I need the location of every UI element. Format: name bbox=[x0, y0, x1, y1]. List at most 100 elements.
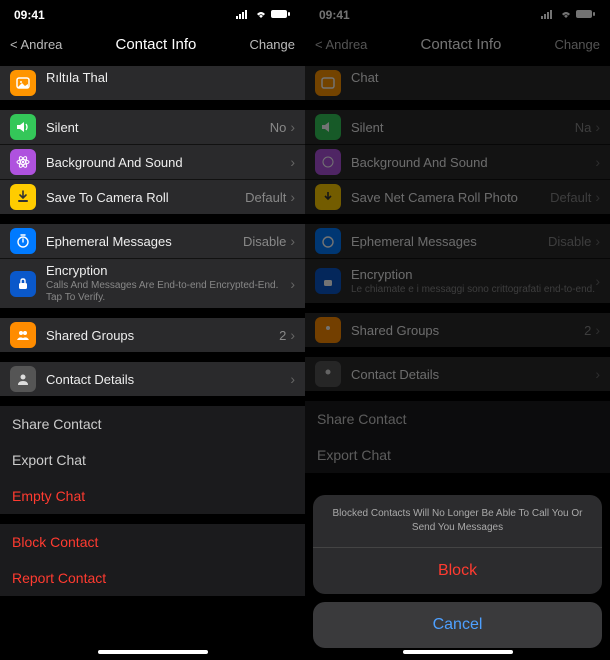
group-actions2: Block Contact Report Contact bbox=[0, 524, 305, 596]
chevron-right-icon: › bbox=[290, 233, 295, 249]
wifi-icon bbox=[254, 9, 268, 19]
row-save[interactable]: Save Net Camera Roll Photo Default › bbox=[305, 180, 610, 214]
row-bg[interactable]: Background And Sound › bbox=[305, 145, 610, 180]
row-encryption[interactable]: Encryption Calls And Messages Are End-to… bbox=[0, 259, 305, 308]
report-contact-button[interactable]: Report Contact bbox=[0, 560, 305, 596]
chevron-right-icon: › bbox=[290, 154, 295, 170]
battery-icon bbox=[271, 9, 291, 19]
label-media: Rıltıla Thal bbox=[46, 70, 295, 85]
label-bg: Background And Sound bbox=[46, 155, 290, 170]
value-save: Default bbox=[245, 190, 286, 205]
sheet-message: Blocked Contacts Will No Longer Be Able … bbox=[313, 495, 602, 548]
atom-icon bbox=[315, 149, 341, 175]
sheet-card: Blocked Contacts Will No Longer Be Able … bbox=[313, 495, 602, 594]
group-sound: Silent Na › Background And Sound › Save … bbox=[305, 110, 610, 214]
sub-enc: Calls And Messages Are End-to-end Encryp… bbox=[46, 280, 290, 304]
empty-chat-button[interactable]: Empty Chat bbox=[0, 478, 305, 514]
signal-icon bbox=[236, 9, 250, 19]
back-button[interactable]: < Andrea bbox=[315, 37, 367, 52]
label-details: Contact Details bbox=[46, 372, 290, 387]
speaker-icon bbox=[315, 114, 341, 140]
value-eph: Disable bbox=[243, 234, 286, 249]
row-shared-groups[interactable]: Shared Groups 2 › bbox=[305, 313, 610, 347]
label-silent: Silent bbox=[46, 120, 270, 135]
download-icon bbox=[315, 184, 341, 210]
wifi-icon bbox=[559, 9, 573, 19]
nav-bar: < Andrea Contact Info Change bbox=[0, 26, 305, 62]
chevron-right-icon: › bbox=[595, 233, 600, 249]
sheet-block-button[interactable]: Block bbox=[313, 548, 602, 594]
nav-title: Contact Info bbox=[115, 36, 196, 53]
group-groups: Shared Groups 2 › bbox=[0, 318, 305, 352]
left-screen: 09:41 < Andrea Contact Info Change Rıltı… bbox=[0, 0, 305, 660]
value-groups: 2 bbox=[279, 328, 286, 343]
person-icon bbox=[10, 366, 36, 392]
people-icon bbox=[315, 317, 341, 343]
row-ephemeral[interactable]: Ephemeral Messages Disable › bbox=[0, 224, 305, 259]
value-save: Default bbox=[550, 190, 591, 205]
group-sound: Silent No › Background And Sound › Save … bbox=[0, 110, 305, 214]
sheet-cancel-button[interactable]: Cancel bbox=[313, 602, 602, 648]
row-media[interactable]: Rıltıla Thal bbox=[0, 66, 305, 100]
home-indicator[interactable] bbox=[98, 650, 208, 654]
group-groups: Shared Groups 2 › bbox=[305, 313, 610, 347]
status-right bbox=[541, 8, 596, 22]
share-contact-button[interactable]: Share Contact bbox=[305, 401, 610, 437]
share-contact-button[interactable]: Share Contact bbox=[0, 406, 305, 442]
label-save: Save Net Camera Roll Photo bbox=[351, 190, 550, 205]
label-groups: Shared Groups bbox=[351, 323, 584, 338]
row-shared-groups[interactable]: Shared Groups 2 › bbox=[0, 318, 305, 352]
value-silent: Na bbox=[575, 120, 592, 135]
group-actions1: Share Contact Export Chat Empty Chat bbox=[0, 406, 305, 514]
people-icon bbox=[10, 322, 36, 348]
group-details: Contact Details › bbox=[305, 357, 610, 391]
nav-title: Contact Info bbox=[420, 36, 501, 53]
label-groups: Shared Groups bbox=[46, 328, 279, 343]
label-bg: Background And Sound bbox=[351, 155, 595, 170]
person-icon bbox=[315, 361, 341, 387]
signal-icon bbox=[541, 9, 555, 19]
row-silent[interactable]: Silent No › bbox=[0, 110, 305, 145]
row-ephemeral[interactable]: Ephemeral Messages Disable › bbox=[305, 224, 610, 259]
block-contact-button[interactable]: Block Contact bbox=[0, 524, 305, 560]
change-button[interactable]: Change bbox=[249, 37, 295, 52]
row-save[interactable]: Save To Camera Roll Default › bbox=[0, 180, 305, 214]
label-eph: Ephemeral Messages bbox=[351, 234, 548, 249]
status-time: 09:41 bbox=[14, 8, 45, 22]
home-indicator[interactable] bbox=[403, 650, 513, 654]
chevron-right-icon: › bbox=[290, 189, 295, 205]
back-button[interactable]: < Andrea bbox=[10, 37, 62, 52]
nav-bar: < Andrea Contact Info Change bbox=[305, 26, 610, 62]
row-encryption[interactable]: Encryption Le chiamate e i messaggi sono… bbox=[305, 259, 610, 303]
settings-scroll[interactable]: Rıltıla Thal Silent No › Background And … bbox=[0, 66, 305, 660]
chevron-right-icon: › bbox=[290, 119, 295, 135]
sub-enc: Le chiamate e i messaggi sono crittograf… bbox=[351, 284, 595, 296]
status-time: 09:41 bbox=[319, 8, 350, 22]
lock-icon bbox=[10, 271, 36, 297]
export-chat-button[interactable]: Export Chat bbox=[0, 442, 305, 478]
chevron-right-icon: › bbox=[290, 371, 295, 387]
row-bg[interactable]: Background And Sound › bbox=[0, 145, 305, 180]
right-screen: 09:41 < Andrea Contact Info Change Chat bbox=[305, 0, 610, 660]
row-contact-details[interactable]: Contact Details › bbox=[305, 357, 610, 391]
row-media[interactable]: Chat bbox=[305, 66, 610, 100]
label-details: Contact Details bbox=[351, 367, 595, 382]
row-silent[interactable]: Silent Na › bbox=[305, 110, 610, 145]
label-enc: Encryption bbox=[351, 267, 595, 282]
group-top: Chat bbox=[305, 66, 610, 100]
chevron-right-icon: › bbox=[595, 273, 600, 289]
change-button[interactable]: Change bbox=[554, 37, 600, 52]
row-contact-details[interactable]: Contact Details › bbox=[0, 362, 305, 396]
label-save: Save To Camera Roll bbox=[46, 190, 245, 205]
group-details: Contact Details › bbox=[0, 362, 305, 396]
chevron-right-icon: › bbox=[595, 154, 600, 170]
chevron-right-icon: › bbox=[595, 366, 600, 382]
group-top: Rıltıla Thal bbox=[0, 66, 305, 100]
group-actions1: Share Contact Export Chat bbox=[305, 401, 610, 473]
status-bar: 09:41 bbox=[305, 4, 610, 26]
export-chat-button[interactable]: Export Chat bbox=[305, 437, 610, 473]
chevron-right-icon: › bbox=[290, 327, 295, 343]
media-icon bbox=[10, 70, 36, 96]
group-privacy: Ephemeral Messages Disable › Encryption … bbox=[0, 224, 305, 308]
timer-icon bbox=[315, 228, 341, 254]
